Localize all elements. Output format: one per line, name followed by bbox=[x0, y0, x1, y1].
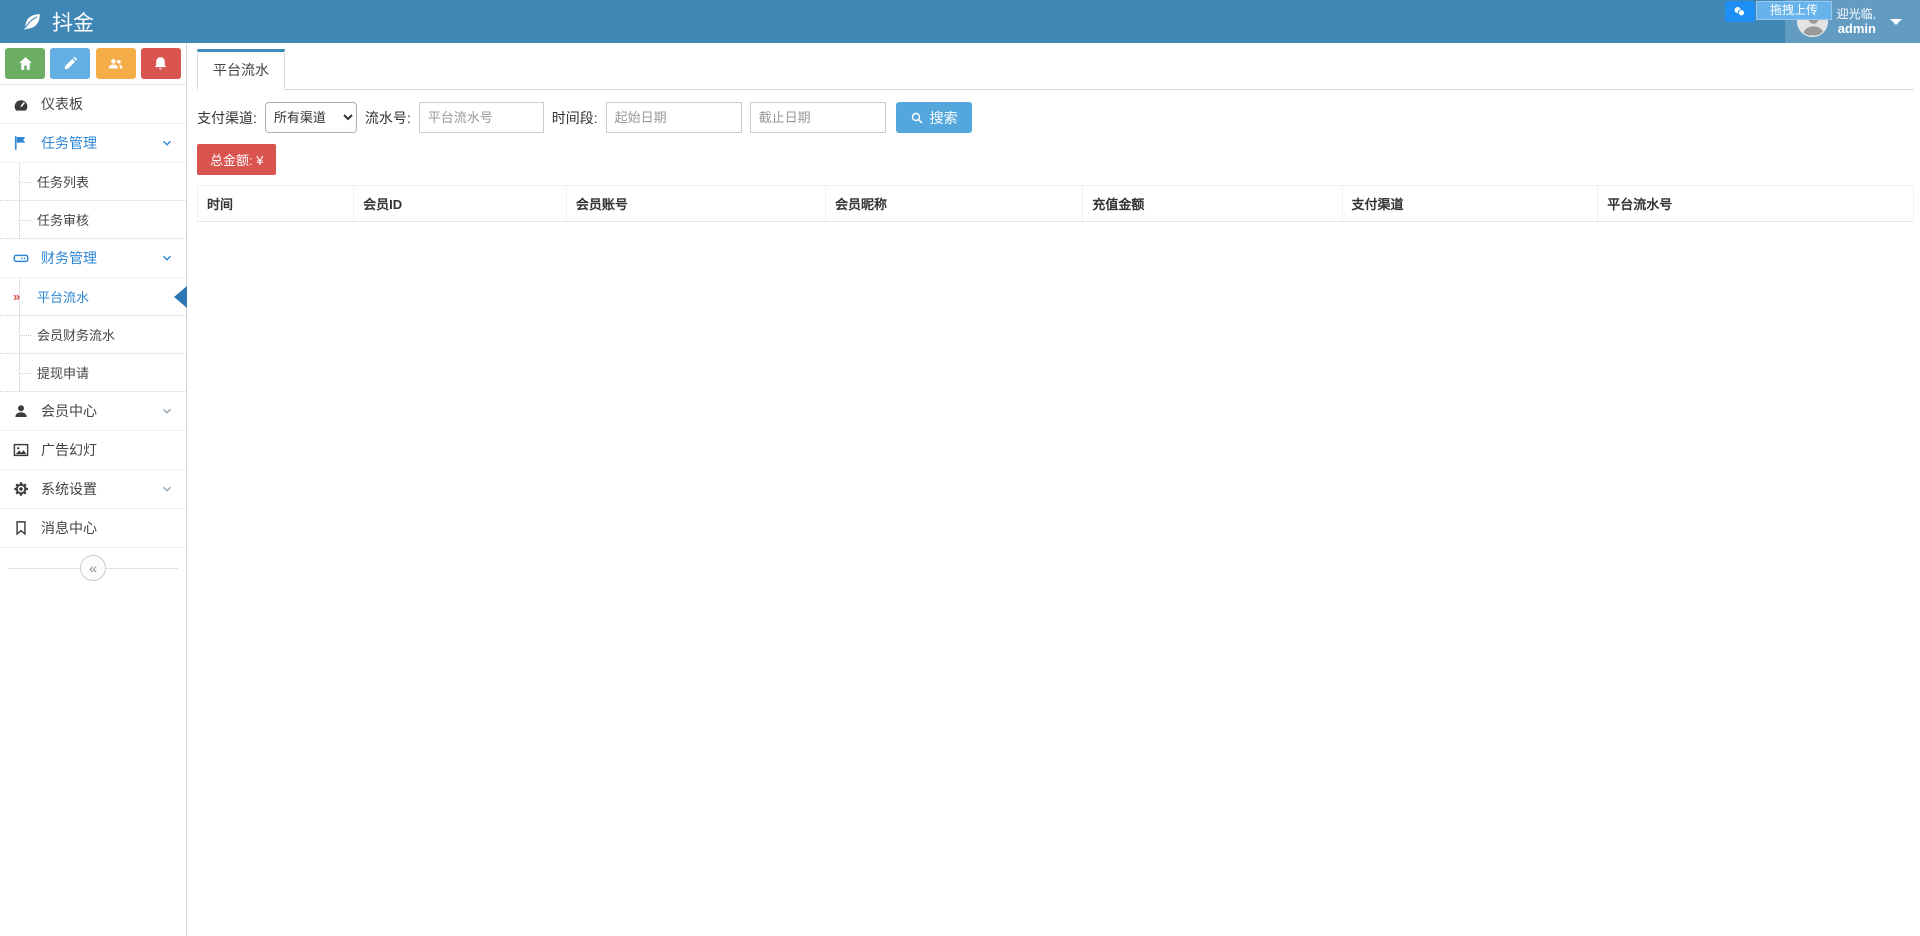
sidebar-item-label: 任务列表 bbox=[37, 175, 90, 190]
sidebar-item-label: 财务管理 bbox=[41, 250, 97, 266]
sidebar-item-label: 提现申请 bbox=[37, 366, 90, 381]
sidebar-group-task-management[interactable]: 任务管理 bbox=[0, 124, 186, 163]
search-icon bbox=[911, 112, 923, 123]
sidebar-subitem-task-review[interactable]: 任务审核 bbox=[0, 201, 186, 239]
user-name: admin bbox=[1837, 20, 1876, 36]
column-header-time: 时间 bbox=[196, 185, 354, 222]
chevron-down-icon bbox=[163, 140, 171, 146]
sidebar: 仪表板 任务管理 任务列表 任务审核 财务管理 » 平台流水 会员财务流水 提现… bbox=[0, 43, 187, 936]
quick-buttons-row bbox=[0, 43, 186, 85]
search-button-label: 搜索 bbox=[929, 109, 958, 126]
drag-upload-label: 拖拽上传 bbox=[1755, 1, 1832, 20]
total-amount-badge: 总金额: ¥ bbox=[197, 144, 277, 175]
flag-icon bbox=[14, 136, 26, 150]
column-header-member-id: 会员ID bbox=[353, 185, 567, 222]
gear-icon bbox=[14, 482, 28, 496]
column-header-recharge-amount: 充值金额 bbox=[1082, 185, 1343, 222]
edit-button[interactable] bbox=[50, 48, 91, 79]
active-bullet-icon: » bbox=[13, 288, 21, 304]
navbar-right: 拖拽上传 迎光临, admin bbox=[1724, 0, 1920, 43]
sidebar-subitem-platform-flow[interactable]: » 平台流水 bbox=[0, 278, 187, 316]
column-header-member-account: 会员账号 bbox=[565, 185, 826, 222]
column-header-platform-serial: 平台流水号 bbox=[1597, 185, 1914, 222]
users-icon bbox=[108, 59, 123, 69]
sidebar-subitem-withdraw-request[interactable]: 提现申请 bbox=[0, 354, 186, 392]
flow-table: 时间 会员ID 会员账号 会员昵称 充值金额 支付渠道 平台流水号 bbox=[196, 185, 1914, 222]
notifications-button[interactable] bbox=[140, 48, 181, 79]
end-date-input[interactable] bbox=[749, 102, 886, 133]
tab-bar: 平台流水 bbox=[197, 49, 1914, 90]
sidebar-item-label: 任务审核 bbox=[37, 213, 90, 228]
user-text: 迎光临, admin bbox=[1837, 7, 1876, 37]
tree-connector bbox=[20, 181, 31, 183]
sidebar-item-label: 广告幻灯 bbox=[41, 442, 97, 458]
sidebar-group-system-settings[interactable]: 系统设置 bbox=[0, 470, 186, 509]
chevron-down-icon bbox=[163, 408, 171, 414]
filter-bar: 支付渠道: 所有渠道 流水号: 时间段: 搜索 bbox=[197, 102, 1914, 133]
chevron-down-icon bbox=[163, 255, 171, 261]
image-icon bbox=[13, 443, 29, 457]
home-button[interactable] bbox=[5, 48, 45, 79]
sidebar-group-finance-management[interactable]: 财务管理 bbox=[0, 239, 186, 278]
chevron-down-icon bbox=[163, 486, 171, 492]
period-label: 时间段: bbox=[551, 109, 598, 126]
sidebar-item-label: 会员财务流水 bbox=[37, 328, 116, 343]
drag-upload-overlay[interactable]: 拖拽上传 bbox=[1724, 1, 1832, 22]
table-header-row: 时间 会员ID 会员账号 会员昵称 充值金额 支付渠道 平台流水号 bbox=[196, 185, 1914, 222]
pencil-icon bbox=[64, 56, 78, 70]
user-greeting: 迎光临, bbox=[1836, 6, 1876, 21]
tab-platform-flow[interactable]: 平台流水 bbox=[197, 49, 285, 90]
users-button[interactable] bbox=[95, 48, 136, 79]
chevron-down-icon bbox=[1890, 18, 1902, 25]
channel-select[interactable]: 所有渠道 bbox=[264, 102, 357, 133]
sidebar-collapse-row: « bbox=[0, 548, 186, 588]
sidebar-menu: 仪表板 任务管理 任务列表 任务审核 财务管理 » 平台流水 会员财务流水 提现… bbox=[0, 85, 187, 588]
column-header-member-nickname: 会员昵称 bbox=[825, 185, 1083, 222]
sidebar-group-member-center[interactable]: 会员中心 bbox=[0, 392, 186, 431]
bookmark-icon bbox=[16, 521, 26, 536]
bell-icon bbox=[155, 57, 167, 70]
sidebar-item-label: 仪表板 bbox=[41, 96, 83, 112]
sidebar-item-message-center[interactable]: 消息中心 bbox=[0, 509, 186, 548]
leaf-icon bbox=[23, 13, 40, 29]
sidebar-collapse-button[interactable]: « bbox=[80, 555, 106, 581]
tree-connector bbox=[20, 372, 31, 374]
brand[interactable]: 抖金 bbox=[0, 0, 187, 43]
hdd-icon bbox=[13, 254, 29, 263]
sidebar-item-label: 会员中心 bbox=[41, 403, 97, 419]
active-marker-icon bbox=[174, 285, 187, 308]
netdisk-icon[interactable] bbox=[1724, 1, 1755, 22]
column-header-pay-channel: 支付渠道 bbox=[1341, 185, 1598, 222]
sidebar-item-label: 任务管理 bbox=[41, 135, 97, 151]
brand-title: 抖金 bbox=[52, 11, 94, 35]
home-icon bbox=[18, 57, 32, 70]
serial-label: 流水号: bbox=[364, 109, 411, 126]
tree-connector bbox=[20, 334, 31, 336]
sidebar-subitem-task-list[interactable]: 任务列表 bbox=[0, 163, 186, 201]
sidebar-item-ad-slides[interactable]: 广告幻灯 bbox=[0, 431, 186, 470]
gauge-icon bbox=[14, 100, 28, 111]
top-navbar: 抖金 拖拽上传 迎光临, admin bbox=[0, 0, 1920, 43]
sidebar-subitem-member-finance-flow[interactable]: 会员财务流水 bbox=[0, 316, 186, 354]
sidebar-item-label: 消息中心 bbox=[41, 520, 97, 536]
search-button[interactable]: 搜索 bbox=[895, 102, 972, 133]
user-icon bbox=[15, 405, 27, 417]
sidebar-item-label: 平台流水 bbox=[37, 290, 90, 305]
channel-label: 支付渠道: bbox=[197, 109, 257, 126]
tree-connector bbox=[20, 219, 31, 221]
serial-input[interactable] bbox=[418, 102, 544, 133]
sidebar-item-dashboard[interactable]: 仪表板 bbox=[0, 85, 186, 124]
sidebar-item-label: 系统设置 bbox=[41, 481, 97, 497]
start-date-input[interactable] bbox=[605, 102, 742, 133]
